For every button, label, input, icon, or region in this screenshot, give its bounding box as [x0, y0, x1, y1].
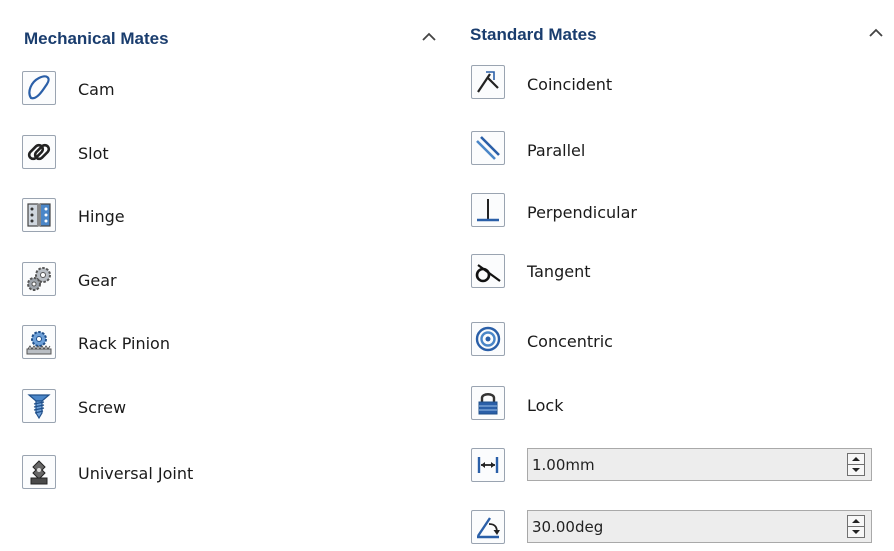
lock-label: Lock	[527, 396, 564, 415]
distance-spin-arrows[interactable]	[847, 453, 865, 476]
concentric-icon[interactable]	[471, 322, 505, 356]
distance-icon[interactable]	[471, 448, 505, 482]
universal-joint-item[interactable]: Universal Joint	[0, 455, 300, 495]
slot-item[interactable]: Slot	[0, 135, 300, 175]
gear-label: Gear	[78, 271, 117, 290]
mechanical-mates-title: Mechanical Mates	[24, 29, 169, 48]
spin-up-icon[interactable]	[848, 516, 864, 527]
cam-label: Cam	[78, 80, 115, 99]
gear-item[interactable]: Gear	[0, 262, 300, 302]
lock-icon[interactable]	[471, 386, 505, 420]
tangent-item[interactable]: Tangent	[462, 254, 712, 294]
spin-up-icon[interactable]	[848, 454, 864, 465]
angle-value[interactable]: 30.00deg	[532, 518, 603, 536]
coincident-item[interactable]: Coincident	[462, 65, 712, 105]
chevron-up-icon[interactable]	[868, 26, 884, 38]
screw-label: Screw	[78, 398, 127, 417]
rack-pinion-label: Rack Pinion	[78, 334, 170, 353]
universal-joint-icon[interactable]	[22, 455, 56, 489]
cam-item[interactable]: Cam	[0, 71, 300, 111]
distance-row: 1.00mm	[462, 448, 892, 488]
angle-icon[interactable]	[471, 510, 505, 544]
distance-spinbox[interactable]: 1.00mm	[527, 448, 872, 481]
standard-mates-title: Standard Mates	[470, 25, 597, 44]
slot-icon[interactable]	[22, 135, 56, 169]
gear-icon[interactable]	[22, 262, 56, 296]
distance-value[interactable]: 1.00mm	[532, 456, 595, 474]
coincident-label: Coincident	[527, 75, 613, 94]
hinge-item[interactable]: Hinge	[0, 198, 300, 238]
concentric-item[interactable]: Concentric	[462, 322, 712, 362]
chevron-up-icon[interactable]	[421, 30, 437, 42]
perpendicular-item[interactable]: Perpendicular	[462, 193, 712, 233]
parallel-item[interactable]: Parallel	[462, 131, 712, 171]
parallel-icon[interactable]	[471, 131, 505, 165]
rack-pinion-icon[interactable]	[22, 325, 56, 359]
cam-icon[interactable]	[22, 71, 56, 105]
perpendicular-label: Perpendicular	[527, 203, 638, 222]
angle-row: 30.00deg	[462, 510, 892, 550]
screw-item[interactable]: Screw	[0, 389, 300, 429]
universal-joint-label: Universal Joint	[78, 464, 194, 483]
angle-spinbox[interactable]: 30.00deg	[527, 510, 872, 543]
hinge-label: Hinge	[78, 207, 125, 226]
hinge-icon[interactable]	[22, 198, 56, 232]
concentric-label: Concentric	[527, 332, 613, 351]
slot-label: Slot	[78, 144, 109, 163]
tangent-label: Tangent	[527, 262, 591, 281]
coincident-icon[interactable]	[471, 65, 505, 99]
parallel-label: Parallel	[527, 141, 586, 160]
spin-down-icon[interactable]	[848, 465, 864, 475]
perpendicular-icon[interactable]	[471, 193, 505, 227]
angle-spin-arrows[interactable]	[847, 515, 865, 538]
screw-icon[interactable]	[22, 389, 56, 423]
tangent-icon[interactable]	[471, 254, 505, 288]
rack-pinion-item[interactable]: Rack Pinion	[0, 325, 300, 365]
spin-down-icon[interactable]	[848, 527, 864, 537]
lock-item[interactable]: Lock	[462, 386, 712, 426]
